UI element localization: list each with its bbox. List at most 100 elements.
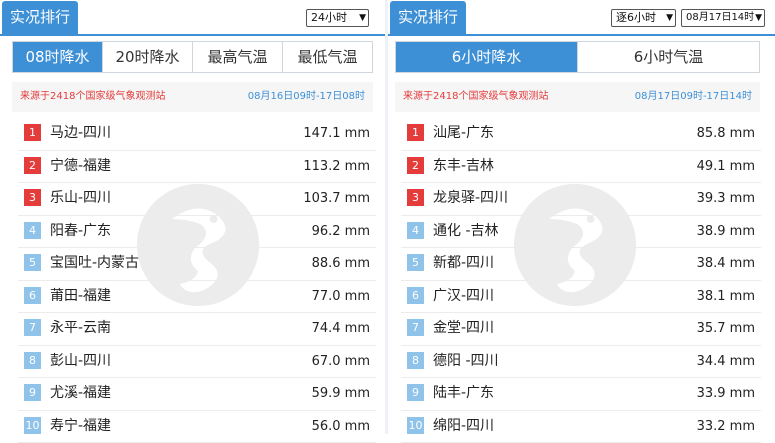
interval-select[interactable]: 逐6小时 ▼ [611,9,676,27]
table-row[interactable]: 8 德阳 -四川 34.4 mm [401,346,761,379]
station-name: 阳春-广东 [50,216,111,247]
panel-header: 实况排行 24小时 ▼ [0,0,385,36]
rank-badge: 6 [24,287,41,304]
station-name: 陆丰-广东 [433,378,494,409]
tab-20h-precip[interactable]: 20时降水 [103,42,193,72]
rank-badge: 7 [24,319,41,336]
value-text: 113.2 mm [303,151,370,182]
ranking-panel-left: 实况排行 24小时 ▼ 08时降水 20时降水 最高气温 最低气温 来源于241… [0,0,385,434]
table-row[interactable]: 5新都-四川38.4 mm [401,248,761,281]
rank-badge: 7 [407,319,424,336]
rank-badge: 5 [24,254,41,271]
station-name: 汕尾-广东 [433,118,494,149]
panel-title: 实况排行 [390,1,466,34]
value-text: 39.3 mm [697,183,755,214]
ranking-list: 1 马边-四川 147.1 mm 2 宁德-福建 113.2 mm3乐山-四川103.7 … [18,118,376,443]
tab-min-temp[interactable]: 最低气温 [283,42,372,72]
table-row[interactable]: 2 宁德-福建 113.2 mm [18,151,376,184]
table-row[interactable]: 2 东丰-吉林 49.1 mm [401,151,761,184]
tab-6h-temp[interactable]: 6小时气温 [578,42,759,72]
tab-08h-precip[interactable]: 08时降水 [13,42,103,72]
rank-badge: 9 [407,384,424,401]
value-text: 77.0 mm [312,281,370,312]
rank-badge: 2 [407,157,424,174]
value-text: 33.2 mm [697,411,755,442]
rank-badge: 2 [24,157,41,174]
value-text: 147.1 mm [303,118,370,149]
value-text: 34.4 mm [697,346,755,377]
rank-badge: 8 [407,352,424,369]
value-text: 33.9 mm [697,378,755,409]
chevron-down-icon: ▼ [666,10,673,26]
table-row[interactable]: 10绵阳-四川33.2 mm [401,411,761,443]
rank-badge: 8 [24,352,41,369]
table-row[interactable]: 9尤溪-福建59.9 mm [18,378,376,411]
tab-6h-precip[interactable]: 6小时降水 [396,42,578,72]
table-row[interactable]: 1 马边-四川 147.1 mm [18,118,376,151]
time-range: 08月16日09时-17日08时 [248,82,365,112]
station-name: 宝国吐-内蒙古 [50,248,139,279]
tab-bar: 08时降水 20时降水 最高气温 最低气温 [12,41,373,73]
table-row[interactable]: 7 永平-云南 74.4 mm [18,313,376,346]
station-name: 东丰-吉林 [433,151,494,182]
period-select-value: 24小时 [311,11,347,24]
time-select-value: 08月17日14时 [686,12,754,23]
table-row[interactable]: 6莆田-福建77.0 mm [18,281,376,314]
station-name: 绵阳-四川 [433,411,494,442]
station-name: 宁德-福建 [50,151,111,182]
tab-max-temp[interactable]: 最高气温 [193,42,283,72]
rank-badge: 10 [24,417,41,434]
time-range: 08月17日09时-17日14时 [635,82,752,112]
chevron-down-icon: ▼ [755,10,762,26]
station-name: 马边-四川 [50,118,111,149]
ranking-list: 1 汕尾-广东 85.8 mm 2 东丰-吉林 49.1 mm3龙泉驿-四川39.3 mm… [401,118,761,443]
table-row[interactable]: 3乐山-四川103.7 mm [18,183,376,216]
chevron-down-icon: ▼ [359,10,366,26]
rank-badge: 9 [24,384,41,401]
info-bar: 来源于2418个国家级气象观测站 08月16日09时-17日08时 [12,82,373,112]
table-row[interactable]: 3龙泉驿-四川39.3 mm [401,183,761,216]
value-text: 38.1 mm [697,281,755,312]
value-text: 38.9 mm [697,216,755,247]
table-row[interactable]: 1 汕尾-广东 85.8 mm [401,118,761,151]
table-row[interactable]: 7金堂-四川35.7 mm [401,313,761,346]
value-text: 56.0 mm [312,411,370,442]
rank-badge: 6 [407,287,424,304]
table-row[interactable]: 4 阳春-广东 96.2 mm [18,216,376,249]
value-text: 49.1 mm [697,151,755,182]
rank-badge: 4 [24,222,41,239]
station-name: 通化 -吉林 [433,216,499,247]
info-bar: 来源于2418个国家级气象观测站 08月17日09时-17日14时 [395,82,760,112]
value-text: 74.4 mm [312,313,370,344]
station-name: 广汉-四川 [433,281,494,312]
time-select[interactable]: 08月17日14时 ▼ [681,9,765,27]
station-name: 新都-四川 [433,248,494,279]
station-name: 德阳 -四川 [433,346,499,377]
rank-badge: 1 [24,124,41,141]
table-row[interactable]: 9 陆丰-广东 33.9 mm [401,378,761,411]
ranking-panel-right: 实况排行 逐6小时 ▼ 08月17日14时 ▼ 6小时降水 6小时气温 来源于2… [388,0,775,434]
rank-badge: 3 [407,189,424,206]
rank-badge: 5 [407,254,424,271]
table-row[interactable]: 6 广汉-四川 38.1 mm [401,281,761,314]
station-name: 金堂-四川 [433,313,494,344]
station-name: 寿宁-福建 [50,411,111,442]
interval-select-value: 逐6小时 [616,11,656,24]
station-name: 尤溪-福建 [50,378,111,409]
tab-bar: 6小时降水 6小时气温 [395,41,760,73]
table-row[interactable]: 5宝国吐-内蒙古88.6 mm [18,248,376,281]
value-text: 103.7 mm [303,183,370,214]
panel-header: 实况排行 逐6小时 ▼ 08月17日14时 ▼ [388,0,775,36]
table-row[interactable]: 4 通化 -吉林 38.9 mm [401,216,761,249]
source-text: 来源于2418个国家级气象观测站 [403,82,548,112]
value-text: 85.8 mm [697,118,755,149]
table-row[interactable]: 10 寿宁-福建 56.0 mm [18,411,376,443]
source-text: 来源于2418个国家级气象观测站 [20,82,165,112]
rank-badge: 1 [407,124,424,141]
rank-badge: 4 [407,222,424,239]
panel-title: 实况排行 [2,1,78,34]
station-name: 永平-云南 [50,313,111,344]
table-row[interactable]: 8彭山-四川67.0 mm [18,346,376,379]
period-select[interactable]: 24小时 ▼ [306,9,369,27]
value-text: 96.2 mm [312,216,370,247]
